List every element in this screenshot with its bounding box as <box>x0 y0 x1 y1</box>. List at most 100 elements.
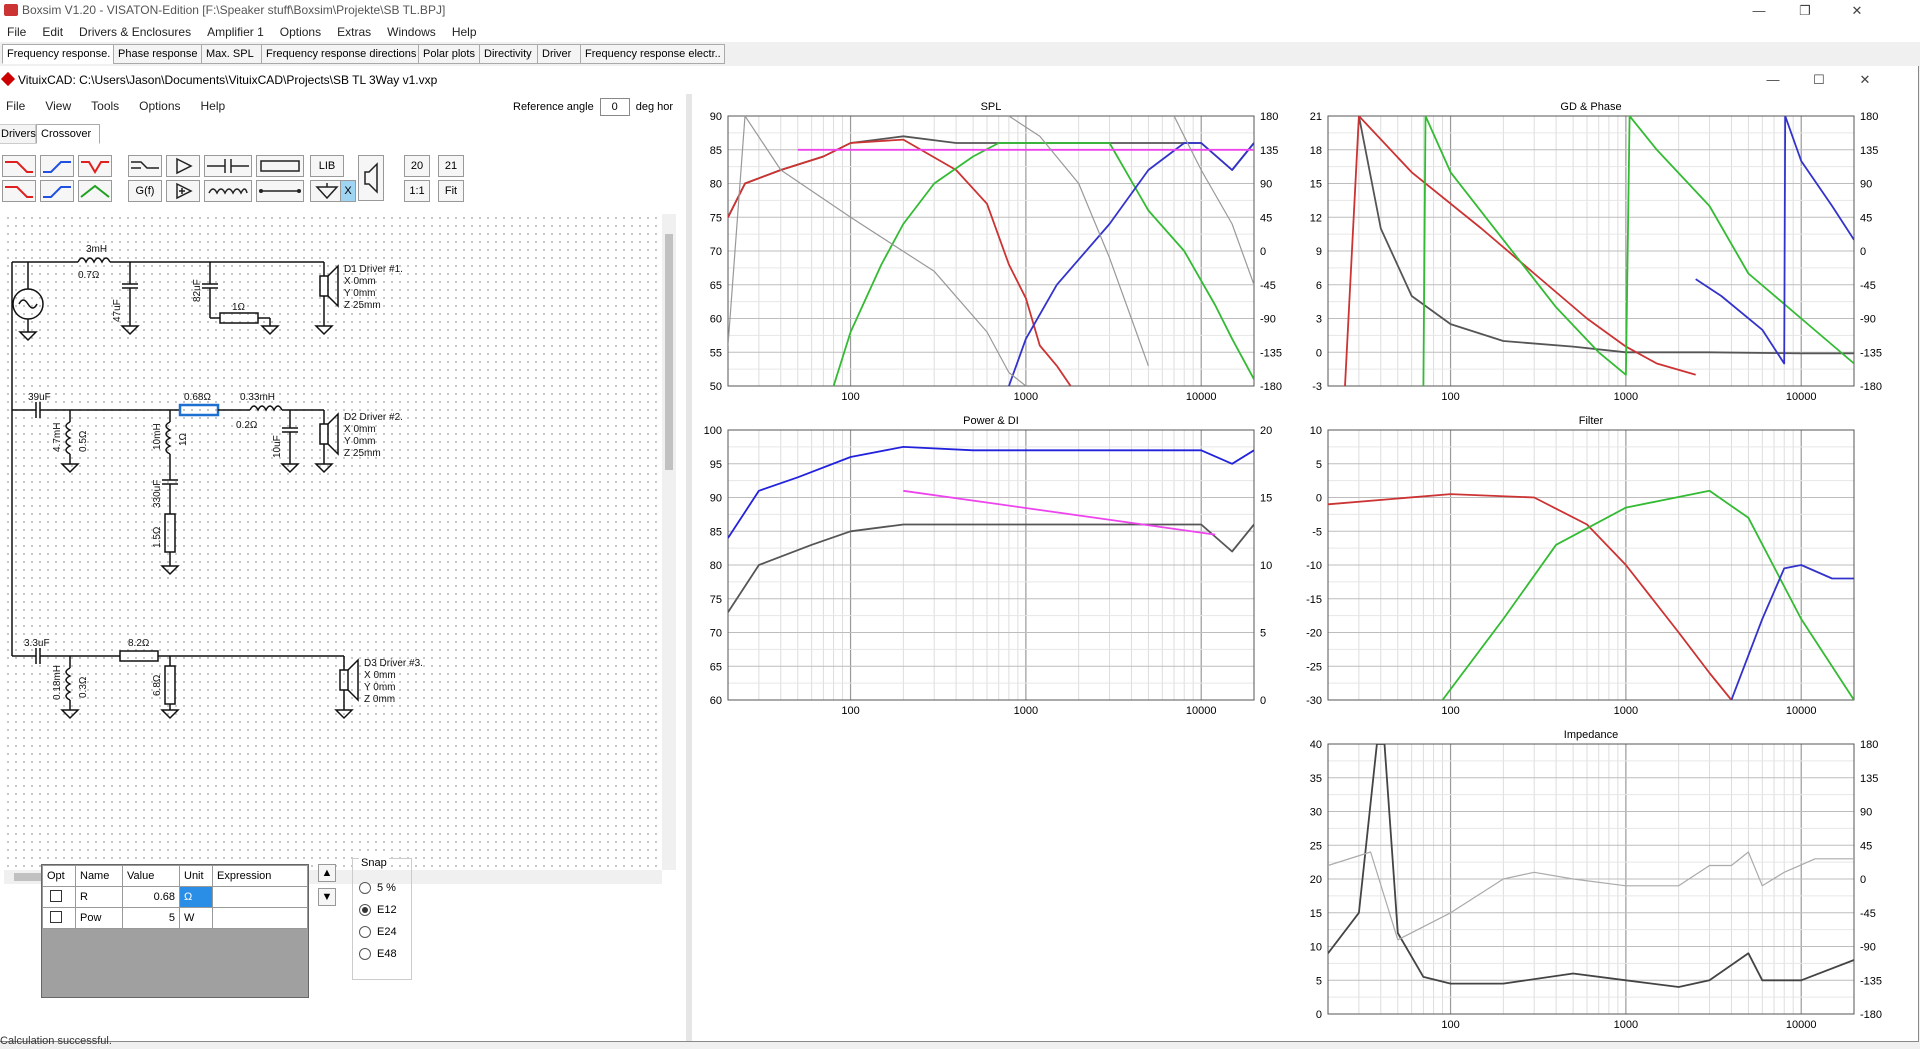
boxsim-menu-drivers[interactable]: Drivers & Enclosures <box>72 22 200 39</box>
table-row[interactable]: Pow 5 W <box>42 907 308 929</box>
boxsim-menu-windows[interactable]: Windows <box>380 22 445 39</box>
minimize-icon[interactable]: — <box>1736 0 1782 22</box>
opt-checkbox[interactable] <box>42 886 76 908</box>
snap-e12[interactable]: E12 <box>353 899 397 921</box>
tool-ground[interactable] <box>310 180 344 202</box>
y2-tick-label: 135 <box>1860 145 1878 157</box>
tool-notch[interactable] <box>78 155 112 177</box>
tab-directivity[interactable]: Directivity <box>479 44 539 64</box>
y-tick-label: 15 <box>1310 179 1322 191</box>
row-value[interactable]: 0.68 <box>122 886 180 908</box>
snap-5pct[interactable]: 5 % <box>353 877 397 899</box>
boxsim-title: Boxsim V1.20 - VISATON-Edition [F:\Speak… <box>22 3 446 17</box>
vx-menu-view[interactable]: View <box>39 96 85 113</box>
tool-delete[interactable]: X <box>340 180 356 202</box>
row-unit[interactable]: W <box>179 907 213 929</box>
boxsim-menu-help[interactable]: Help <box>445 22 486 39</box>
vx-menu-file[interactable]: File <box>0 96 39 113</box>
status-bar: Calculation successful. <box>0 1035 112 1047</box>
tool-library[interactable]: LIB <box>310 155 344 177</box>
schematic-vertical-scrollbar[interactable] <box>662 214 676 870</box>
opt-checkbox[interactable] <box>42 907 76 929</box>
boxsim-menu-edit[interactable]: Edit <box>35 22 72 39</box>
y-tick-label: -25 <box>1306 661 1322 673</box>
row-expression[interactable] <box>212 886 308 908</box>
tool-bandpass[interactable] <box>78 180 112 202</box>
tool-zoom-1-1[interactable]: 1:1 <box>404 180 430 202</box>
move-up-button[interactable]: ▲ <box>318 864 336 882</box>
row-unit[interactable]: Ω <box>179 886 213 908</box>
boxsim-tabs: Frequency response. Phase response Max. … <box>0 44 1920 64</box>
tool-buffer[interactable] <box>166 155 200 177</box>
vscroll-thumb[interactable] <box>665 234 673 470</box>
close-icon[interactable]: ✕ <box>1834 0 1880 22</box>
tab-polar-plots[interactable]: Polar plots <box>418 44 481 64</box>
restore-icon[interactable]: ❐ <box>1782 0 1828 22</box>
tool-transfer-function[interactable]: G(f) <box>128 180 162 202</box>
tool-speaker[interactable] <box>358 155 384 201</box>
tool-highpass[interactable] <box>40 155 74 177</box>
tool-inductor[interactable] <box>204 180 252 202</box>
tool-shelf[interactable] <box>128 155 162 177</box>
tool-21[interactable]: 21 <box>438 155 464 177</box>
y2-tick-label: 0 <box>1260 695 1266 707</box>
table-row[interactable]: R 0.68 Ω <box>42 886 308 908</box>
y-tick-label: 5 <box>1316 975 1322 987</box>
y-tick-label: 60 <box>710 314 722 326</box>
row-value[interactable]: 5 <box>122 907 180 929</box>
tab-phase-response[interactable]: Phase response <box>113 44 203 64</box>
boxsim-menu-file[interactable]: File <box>0 22 35 39</box>
b1-inductor-r-label: 0.7Ω <box>78 270 100 281</box>
b3-driver-label: D3 Driver #3. <box>364 658 423 669</box>
row-name[interactable]: R <box>75 886 123 908</box>
y-tick-label: 100 <box>704 425 722 437</box>
reference-angle-input[interactable] <box>599 98 630 116</box>
vx-minimize-icon[interactable]: — <box>1750 69 1796 91</box>
b2-series-l-label: 0.33mH <box>240 392 275 403</box>
tab-frequency-response[interactable]: Frequency response. <box>2 44 116 64</box>
b2-series-r-label: 0.68Ω <box>184 392 211 403</box>
move-down-button[interactable]: ▼ <box>318 888 336 906</box>
row-name[interactable]: Pow <box>75 907 123 929</box>
b1-driver-label: D1 Driver #1. <box>344 264 403 275</box>
tab-frequency-response-electr[interactable]: Frequency response electr.. <box>580 44 725 64</box>
tool-opamp[interactable] <box>166 180 200 202</box>
schematic-canvas[interactable]: 3mH 0.7Ω 47uF 82uF 1Ω D1 Driver #1. X 0m… <box>4 214 662 870</box>
tab-driver[interactable]: Driver <box>537 44 582 64</box>
tool-resistor[interactable] <box>256 155 304 177</box>
y-tick-label: 85 <box>710 145 722 157</box>
vx-menu-options[interactable]: Options <box>133 96 194 113</box>
tool-lowpass-2[interactable] <box>2 180 36 202</box>
vx-menu-help[interactable]: Help <box>195 96 240 113</box>
boxsim-menu-amplifier[interactable]: Amplifier 1 <box>200 22 273 39</box>
y-tick-label: 40 <box>1310 739 1322 751</box>
tool-wire[interactable] <box>256 180 304 202</box>
tab-max-spl[interactable]: Max. SPL <box>201 44 263 64</box>
tool-20[interactable]: 20 <box>404 155 430 177</box>
y-tick-label: -20 <box>1306 628 1322 640</box>
row-expression[interactable] <box>212 907 308 929</box>
tab-drivers[interactable]: Drivers <box>0 124 36 144</box>
tool-fit[interactable]: Fit <box>438 180 464 202</box>
chart-title: GD & Phase <box>1560 101 1621 113</box>
vx-maximize-icon[interactable]: ☐ <box>1796 69 1842 91</box>
snap-e48[interactable]: E48 <box>353 943 397 965</box>
y-tick-label: 6 <box>1316 280 1322 292</box>
b3-shunt-l-label: 0.18mH <box>52 665 63 700</box>
boxsim-menu-options[interactable]: Options <box>273 22 330 39</box>
y2-tick-label: 135 <box>1860 773 1878 785</box>
y-tick-label: 15 <box>1310 908 1322 920</box>
tool-lowpass[interactable] <box>2 155 36 177</box>
tab-crossover[interactable]: Crossover <box>36 124 100 144</box>
vx-menu-tools[interactable]: Tools <box>85 96 133 113</box>
y2-tick-label: -45 <box>1260 280 1276 292</box>
y-tick-label: -15 <box>1306 594 1322 606</box>
tab-frequency-response-directions[interactable]: Frequency response directions <box>261 44 420 64</box>
boxsim-menu-extras[interactable]: Extras <box>330 22 380 39</box>
snap-e24[interactable]: E24 <box>353 921 397 943</box>
vx-close-icon[interactable]: ✕ <box>1842 69 1888 91</box>
y2-tick-label: -90 <box>1860 942 1876 954</box>
tool-capacitor[interactable] <box>204 155 252 177</box>
b2-driver-label: D2 Driver #2. <box>344 412 403 423</box>
tool-highpass-2[interactable] <box>40 180 74 202</box>
